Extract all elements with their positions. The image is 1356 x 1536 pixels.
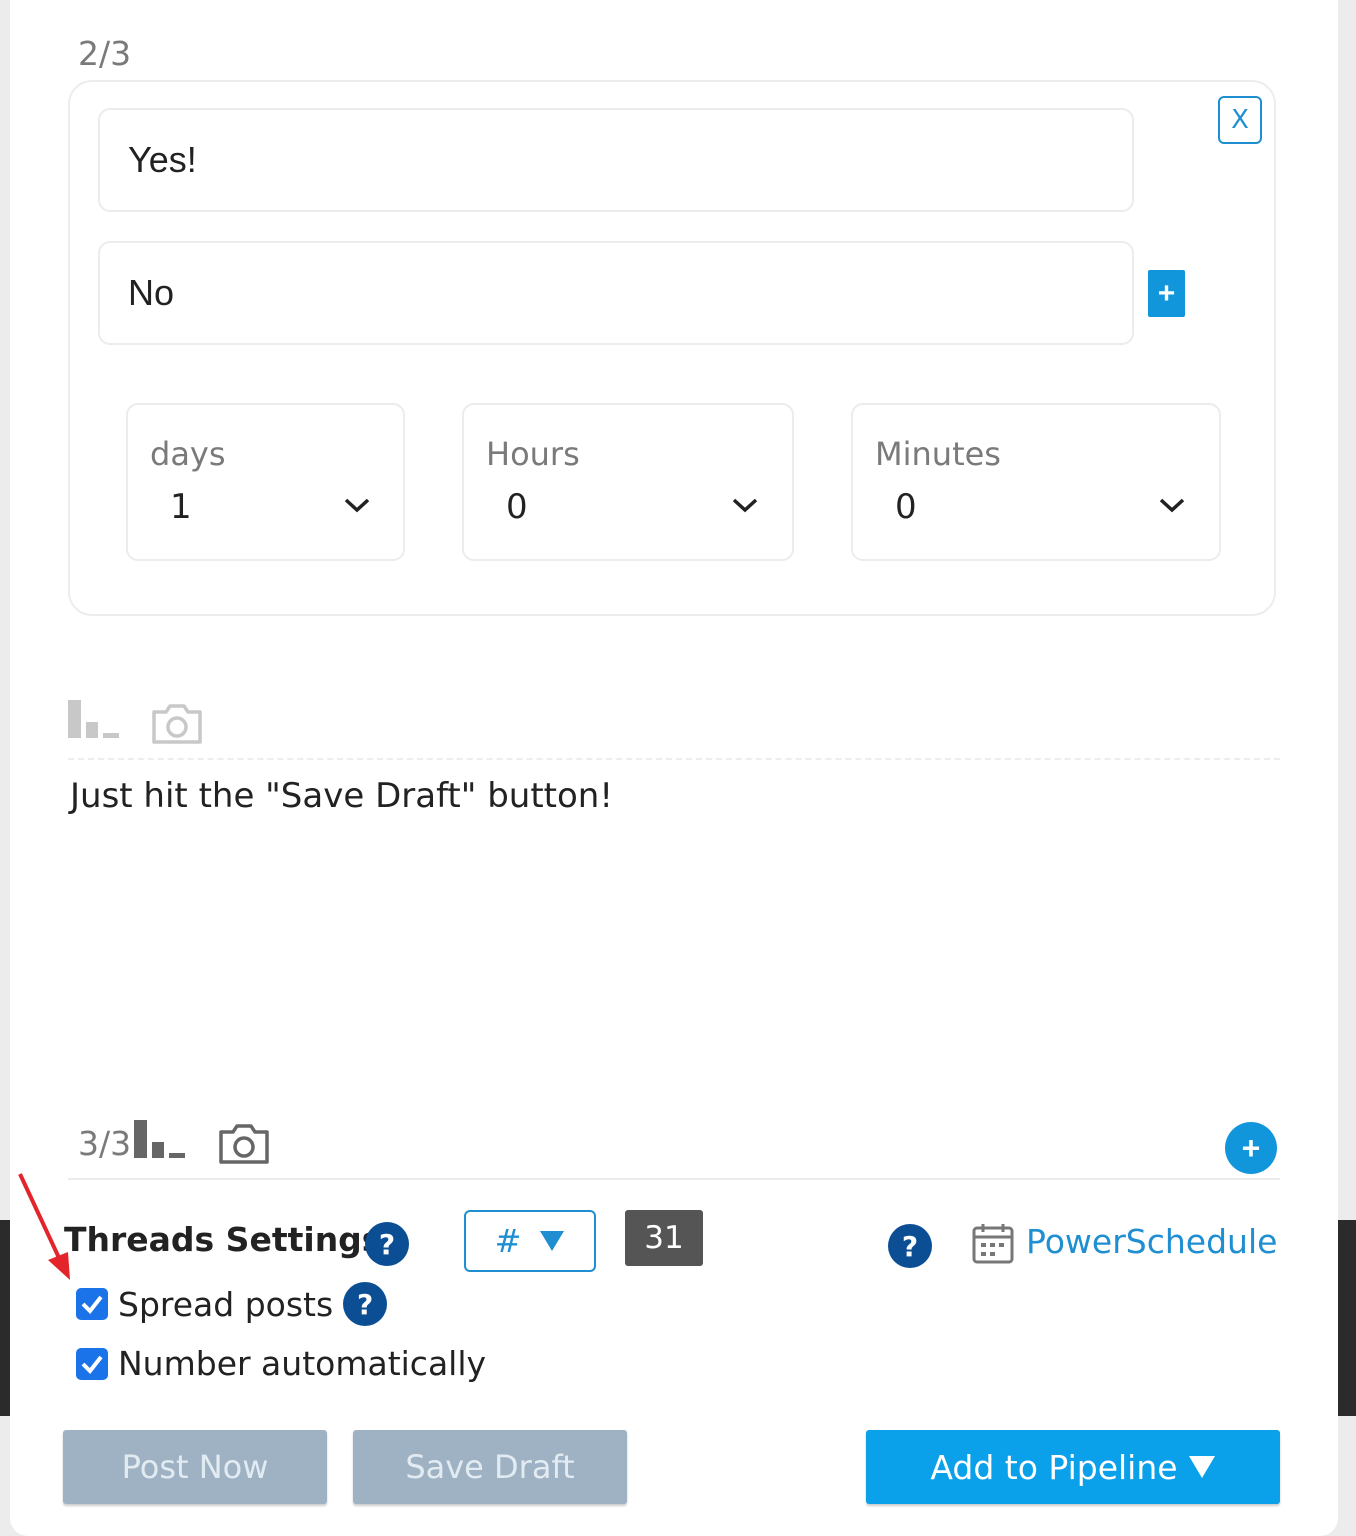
minutes-select[interactable]: Minutes 0: [851, 403, 1221, 561]
spread-posts-option: Spread posts ?: [76, 1282, 388, 1326]
add-to-pipeline-button[interactable]: Add to Pipeline: [866, 1430, 1280, 1504]
annotation-arrow: [18, 1173, 70, 1280]
save-draft-button[interactable]: Save Draft: [353, 1430, 627, 1504]
minutes-value: 0: [895, 487, 917, 527]
camera-icon[interactable]: [150, 700, 204, 746]
triangle-down-icon: [540, 1231, 565, 1251]
poll-icon[interactable]: [134, 1120, 188, 1160]
powerschedule-help-icon[interactable]: ?: [888, 1224, 932, 1268]
days-label: days: [150, 435, 226, 473]
check-icon: [81, 1355, 103, 1374]
add-poll-option-button[interactable]: +: [1148, 270, 1185, 317]
minutes-label: Minutes: [875, 435, 1001, 473]
poll-option-2-input[interactable]: [98, 241, 1134, 345]
hours-value: 0: [506, 487, 528, 527]
calendar-icon[interactable]: [971, 1222, 1015, 1266]
number-automatically-option: Number automatically: [76, 1344, 486, 1383]
number-automatically-checkbox[interactable]: [76, 1347, 108, 1380]
numbering-symbol: #: [494, 1222, 522, 1260]
days-select[interactable]: days 1: [126, 403, 405, 561]
spread-posts-checkbox[interactable]: [76, 1288, 108, 1320]
remove-poll-button[interactable]: X: [1218, 96, 1262, 144]
hours-select[interactable]: Hours 0: [462, 403, 794, 561]
chevron-down-icon: [344, 498, 370, 513]
spread-posts-label[interactable]: Spread posts: [118, 1285, 333, 1324]
threads-settings-help-icon[interactable]: ?: [365, 1222, 409, 1266]
post-counter: 2/3: [78, 34, 132, 73]
add-post-button[interactable]: +: [1225, 1122, 1277, 1174]
post-counter: 3/3: [78, 1124, 132, 1163]
divider: [68, 1178, 1280, 1180]
threads-settings-label: Threads Settings:: [64, 1220, 395, 1259]
check-icon: [81, 1295, 103, 1315]
background-dark-strip-right: [1338, 1220, 1356, 1416]
number-automatically-label[interactable]: Number automatically: [118, 1344, 486, 1383]
poll-icon[interactable]: [68, 700, 122, 740]
hours-label: Hours: [486, 435, 580, 473]
post-3-text[interactable]: Just hit the "Save Draft" button!: [70, 776, 613, 816]
chevron-down-icon: [732, 498, 758, 513]
camera-icon[interactable]: [217, 1120, 271, 1166]
triangle-down-icon: [1188, 1456, 1215, 1478]
spread-posts-help-icon[interactable]: ?: [343, 1282, 388, 1326]
character-count-badge: 31: [625, 1210, 703, 1266]
poll-option-1-input[interactable]: [98, 108, 1134, 212]
post-now-button[interactable]: Post Now: [63, 1430, 327, 1504]
powerschedule-link[interactable]: PowerSchedule: [1026, 1222, 1277, 1261]
add-to-pipeline-label: Add to Pipeline: [930, 1447, 1178, 1487]
days-value: 1: [170, 487, 192, 527]
chevron-down-icon: [1159, 498, 1185, 513]
numbering-format-select[interactable]: #: [464, 1210, 596, 1272]
composer-panel: 2/3 X + days 1 Hours 0 Minutes 0 Just hi…: [10, 0, 1338, 1536]
divider: [68, 758, 1280, 760]
